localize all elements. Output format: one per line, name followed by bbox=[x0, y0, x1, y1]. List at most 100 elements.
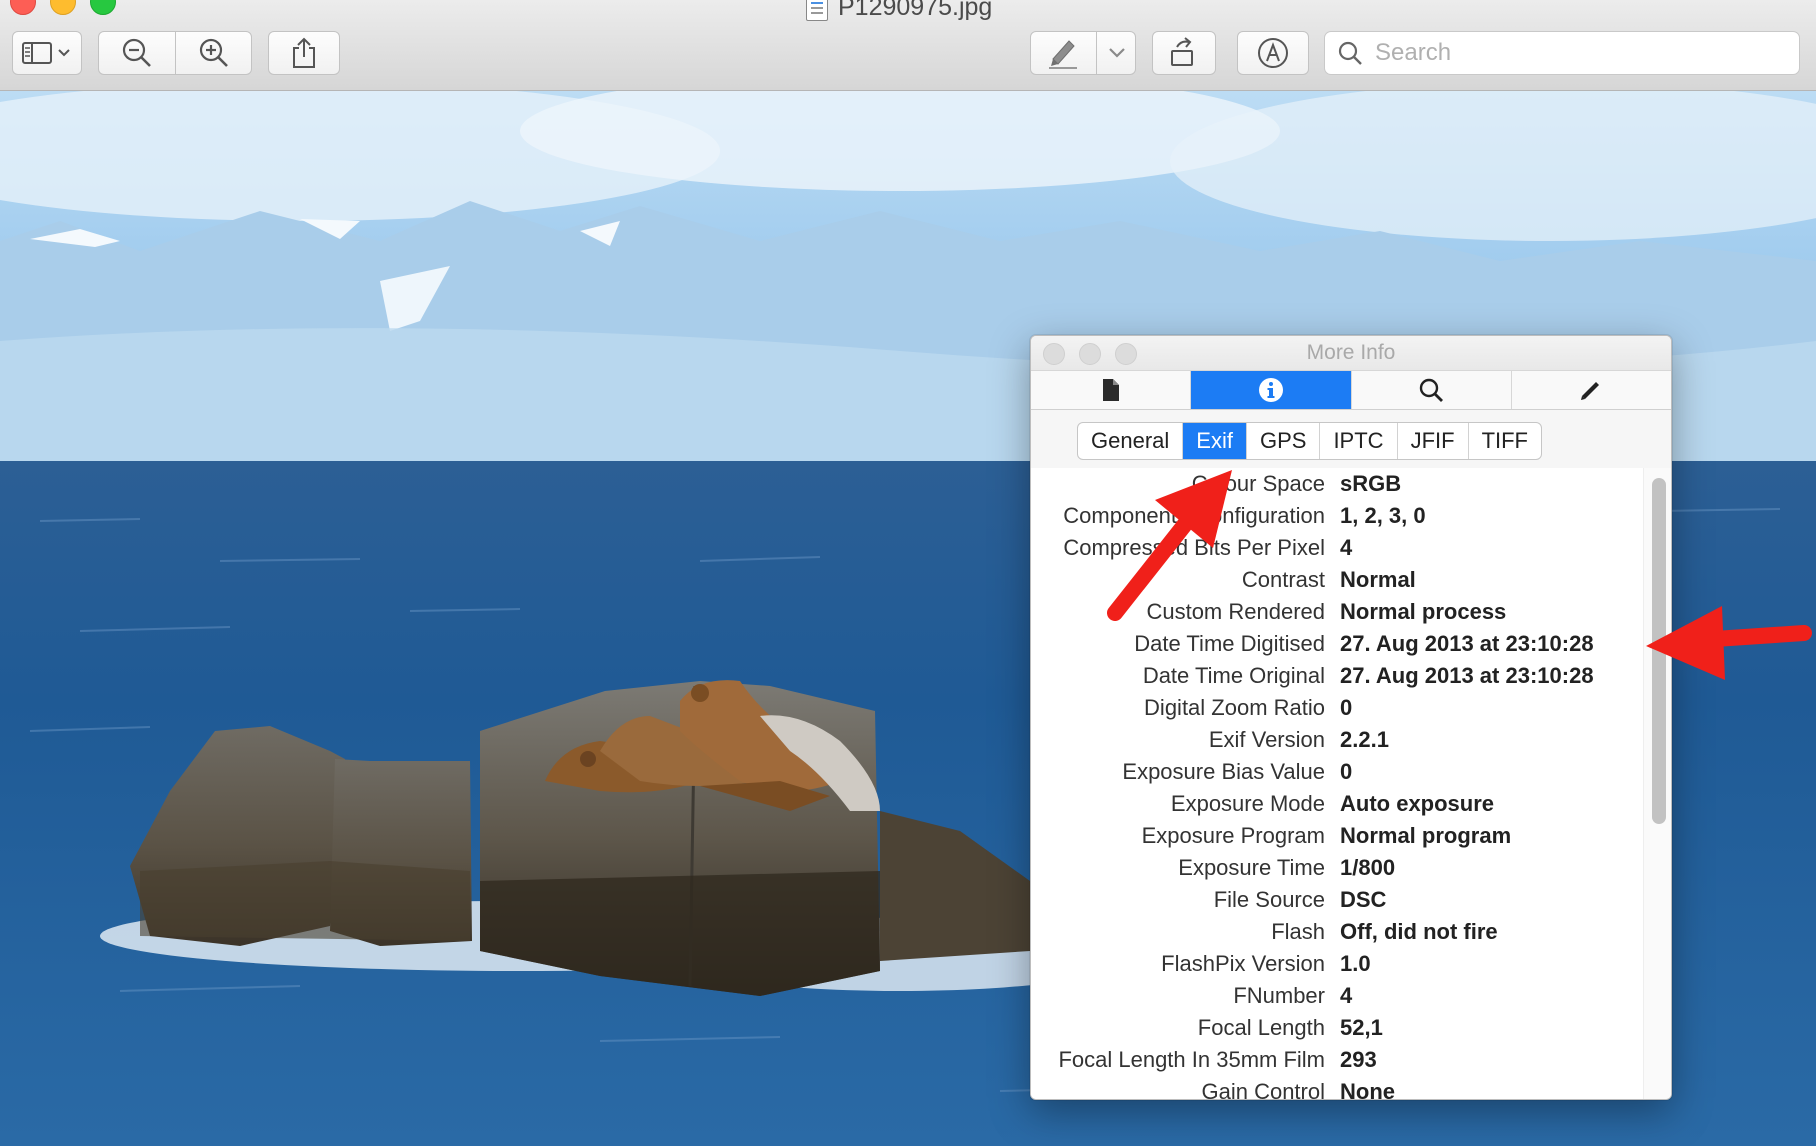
exif-key: Focal Length In 35mm Film bbox=[1058, 1047, 1325, 1072]
window-title: P1290975.jpg bbox=[806, 0, 992, 22]
panel-titlebar: More Info bbox=[1031, 336, 1671, 370]
inspector-icon-tabs bbox=[1031, 370, 1671, 410]
exif-value: 27. Aug 2013 at 23:10:28 bbox=[1340, 631, 1594, 656]
exif-key: FlashPix Version bbox=[1161, 951, 1325, 976]
exif-value: 0 bbox=[1340, 759, 1353, 784]
tab-general[interactable]: General bbox=[1078, 423, 1184, 459]
exif-value: 27. Aug 2013 at 23:10:28 bbox=[1340, 663, 1594, 688]
magnifier-icon bbox=[1419, 378, 1444, 402]
rotate-button[interactable] bbox=[1152, 31, 1216, 75]
exif-row: Date Time Original 27. Aug 2013 at 23:10:… bbox=[1031, 660, 1643, 692]
exif-row: File Source DSC bbox=[1031, 884, 1643, 916]
document-icon bbox=[1102, 379, 1119, 401]
search-input[interactable] bbox=[1373, 38, 1777, 68]
minimize-window-button[interactable] bbox=[50, 0, 76, 15]
exif-key: FNumber bbox=[1233, 983, 1325, 1008]
share-button[interactable] bbox=[268, 31, 340, 75]
search-field[interactable] bbox=[1324, 31, 1800, 75]
exif-key: Exposure Program bbox=[1141, 823, 1325, 848]
exif-list: Colour Space sRGB Components Configuratio… bbox=[1031, 468, 1643, 1099]
metadata-tab-bar: General Exif GPS IPTC JFIF TIFF bbox=[1077, 422, 1542, 460]
exif-key: Components Configuration bbox=[1063, 503, 1325, 528]
exif-value: None bbox=[1340, 1079, 1395, 1099]
exif-key: Gain Control bbox=[1201, 1079, 1325, 1099]
exif-value: 52,1 bbox=[1340, 1015, 1383, 1040]
info-icon bbox=[1258, 378, 1283, 402]
tab-tiff[interactable]: TIFF bbox=[1469, 423, 1541, 459]
exif-key: Exposure Time bbox=[1178, 855, 1325, 880]
exif-row: Focal Length In 35mm Film 293 bbox=[1031, 1044, 1643, 1076]
exif-row: FNumber 4 bbox=[1031, 980, 1643, 1012]
chevron-down-icon bbox=[1108, 48, 1125, 58]
exif-value: Normal bbox=[1340, 567, 1416, 592]
exif-row: Contrast Normal bbox=[1031, 564, 1643, 596]
sidebar-toggle-button[interactable] bbox=[12, 31, 82, 75]
exif-value: 4 bbox=[1340, 535, 1353, 560]
exif-key: Flash bbox=[1271, 919, 1325, 944]
search-icon bbox=[1338, 41, 1362, 65]
exif-value: sRGB bbox=[1340, 471, 1402, 496]
sidebar-toggle-icon bbox=[22, 42, 70, 64]
window-toolbar: P1290975.jpg bbox=[0, 0, 1816, 91]
scrollbar-thumb[interactable] bbox=[1652, 478, 1666, 824]
zoom-in-icon bbox=[199, 38, 228, 67]
exif-key: Date Time Digitised bbox=[1134, 631, 1325, 656]
exif-value: 1, 2, 3, 0 bbox=[1340, 503, 1426, 528]
markup-button[interactable] bbox=[1030, 31, 1096, 75]
tab-gps[interactable]: GPS bbox=[1247, 423, 1321, 459]
zoom-in-button[interactable] bbox=[176, 31, 252, 75]
exif-value: 0 bbox=[1340, 695, 1353, 720]
jpeg-file-icon bbox=[806, 0, 828, 21]
exif-value: 1/800 bbox=[1340, 855, 1396, 880]
markup-circle-icon bbox=[1258, 38, 1288, 68]
zoom-window-button[interactable] bbox=[90, 0, 116, 15]
tab-exif[interactable]: Exif bbox=[1183, 423, 1247, 459]
zoom-out-button[interactable] bbox=[98, 31, 175, 75]
exif-row: FlashPix Version 1.0 bbox=[1031, 948, 1643, 980]
tab-annotations[interactable] bbox=[1512, 371, 1671, 409]
exif-key: Exposure Bias Value bbox=[1122, 759, 1325, 784]
panel-title: More Info bbox=[1306, 341, 1396, 364]
tab-keywords[interactable] bbox=[1352, 371, 1512, 409]
markup-dropdown-button[interactable] bbox=[1097, 31, 1136, 75]
exif-key: Custom Rendered bbox=[1146, 599, 1325, 624]
exif-value: Auto exposure bbox=[1340, 791, 1495, 816]
exif-key: Exposure Mode bbox=[1170, 791, 1325, 816]
share-icon bbox=[293, 37, 315, 68]
exif-key: Compressed Bits Per Pixel bbox=[1063, 535, 1325, 560]
close-window-button[interactable] bbox=[10, 0, 36, 15]
exif-value: 1.0 bbox=[1340, 951, 1371, 976]
tab-more-info[interactable] bbox=[1191, 371, 1352, 409]
exif-row: Exposure Time 1/800 bbox=[1031, 852, 1643, 884]
exif-row: Digital Zoom Ratio 0 bbox=[1031, 692, 1643, 724]
exif-row: Focal Length 52,1 bbox=[1031, 1012, 1643, 1044]
more-info-panel: More Info General Exif GPS IPTC JFIF TIF… bbox=[1030, 335, 1672, 1100]
exif-row: Exif Version 2.2.1 bbox=[1031, 724, 1643, 756]
exif-row: Date Time Digitised 27. Aug 2013 at 23:10… bbox=[1031, 628, 1643, 660]
pencil-icon bbox=[1581, 382, 1600, 400]
exif-key: Contrast bbox=[1241, 567, 1325, 592]
tab-iptc[interactable]: IPTC bbox=[1320, 423, 1398, 459]
exif-row: Exposure Bias Value 0 bbox=[1031, 756, 1643, 788]
window-title-text: P1290975.jpg bbox=[838, 0, 993, 21]
exif-row: Exposure Program Normal program bbox=[1031, 820, 1643, 852]
rotate-icon bbox=[1171, 37, 1193, 66]
exif-key: File Source bbox=[1213, 887, 1325, 912]
exif-key: Colour Space bbox=[1191, 471, 1325, 496]
tab-general-info[interactable] bbox=[1031, 371, 1192, 409]
exif-value: 293 bbox=[1340, 1047, 1377, 1072]
exif-row: Gain Control None bbox=[1031, 1076, 1643, 1099]
exif-row: Components Configuration 1, 2, 3, 0 bbox=[1031, 500, 1643, 532]
exif-key: Focal Length bbox=[1197, 1015, 1325, 1040]
exif-value: 4 bbox=[1340, 983, 1353, 1008]
exif-scrollbar[interactable] bbox=[1643, 468, 1671, 1099]
zoom-out-icon bbox=[122, 38, 151, 67]
exif-row: Custom Rendered Normal process bbox=[1031, 596, 1643, 628]
exif-value: Normal process bbox=[1340, 599, 1507, 624]
exif-key: Date Time Original bbox=[1142, 663, 1325, 688]
show-markup-toolbar-button[interactable] bbox=[1237, 31, 1309, 75]
tab-jfif[interactable]: JFIF bbox=[1398, 423, 1469, 459]
exif-row: Colour Space sRGB bbox=[1031, 468, 1643, 500]
exif-row: Exposure Mode Auto exposure bbox=[1031, 788, 1643, 820]
exif-value: Normal program bbox=[1340, 823, 1512, 848]
